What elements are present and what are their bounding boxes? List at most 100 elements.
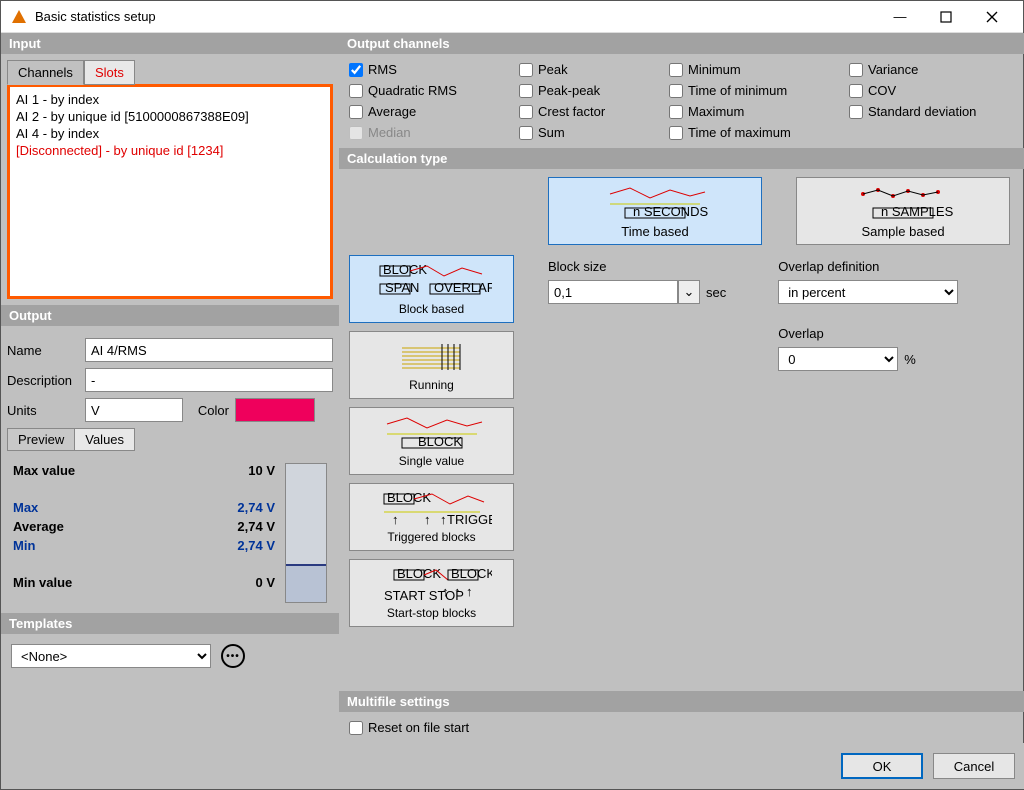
svg-text:SPAN: SPAN bbox=[385, 280, 419, 295]
chk-standard-deviation[interactable]: Standard deviation bbox=[849, 104, 1019, 119]
name-input[interactable] bbox=[85, 338, 333, 362]
maxvalue: 10 V bbox=[248, 463, 275, 478]
chk-maximum[interactable]: Maximum bbox=[669, 104, 839, 119]
list-item[interactable]: AI 1 - by index bbox=[16, 91, 324, 108]
chk-minimum[interactable]: Minimum bbox=[669, 62, 839, 77]
calc-start-stop[interactable]: BLOCKBLOCKSTART STOP↑↑↑ Start-stop block… bbox=[349, 559, 514, 627]
checkbox[interactable] bbox=[849, 84, 863, 98]
multifile-header: Multifile settings bbox=[339, 691, 1024, 712]
color-label: Color bbox=[189, 403, 229, 418]
dialog-footer: OK Cancel bbox=[339, 743, 1024, 789]
checkbox[interactable] bbox=[519, 63, 533, 77]
svg-text:↑: ↑ bbox=[442, 584, 449, 599]
reset-on-file-start[interactable]: Reset on file start bbox=[349, 720, 1019, 735]
gauge-fill bbox=[286, 564, 326, 602]
svg-text:↑: ↑ bbox=[424, 512, 431, 527]
checkbox[interactable] bbox=[669, 84, 683, 98]
checkbox[interactable] bbox=[849, 63, 863, 77]
svg-text:START STOP: START STOP bbox=[384, 588, 464, 603]
preview-stats: Max value10 V Max2,74 V Average2,74 V Mi… bbox=[13, 461, 275, 603]
toggle-preview[interactable]: Preview bbox=[8, 429, 75, 450]
input-tabs: Channels Slots bbox=[7, 60, 333, 85]
output-channels-body: RMS Peak Minimum Variance Quadratic RMS Peak-… bbox=[339, 54, 1024, 148]
checkbox[interactable] bbox=[519, 84, 533, 98]
blocksize-label: Block size bbox=[548, 259, 726, 274]
output-body: Name Description Units Color Preview Val… bbox=[1, 326, 339, 613]
chk-crest-factor[interactable]: Crest factor bbox=[519, 104, 659, 119]
checkbox[interactable] bbox=[519, 105, 533, 119]
templates-more-button[interactable]: ••• bbox=[221, 644, 245, 668]
chk-rms[interactable]: RMS bbox=[349, 62, 509, 77]
maximize-button[interactable] bbox=[923, 2, 969, 32]
chk-peak[interactable]: Peak bbox=[519, 62, 659, 77]
chk-average[interactable]: Average bbox=[349, 104, 509, 119]
chk-cov[interactable]: COV bbox=[849, 83, 1019, 98]
calc-right: n SECONDS Time based n SAMPLES Sample ba… bbox=[548, 177, 1019, 627]
svg-text:↑: ↑ bbox=[392, 512, 399, 527]
calc-settings: Block size ⌄ sec Overlap definition in p… bbox=[548, 259, 1019, 371]
list-item[interactable]: AI 4 - by index bbox=[16, 125, 324, 142]
calc-block-based[interactable]: BLOCKSPANOVERLAP Block based bbox=[349, 255, 514, 323]
desc-label: Description bbox=[7, 373, 79, 388]
blocksize-dropdown[interactable]: ⌄ bbox=[678, 280, 700, 304]
checkbox[interactable] bbox=[349, 63, 363, 77]
chk-time-of-minimum[interactable]: Time of minimum bbox=[669, 83, 839, 98]
chk-quadratic-rms[interactable]: Quadratic RMS bbox=[349, 83, 509, 98]
calc-running[interactable]: Running bbox=[349, 331, 514, 399]
avg: 2,74 V bbox=[237, 519, 275, 534]
list-item[interactable]: AI 2 - by unique id [5100000867388E09] bbox=[16, 108, 324, 125]
checkbox[interactable] bbox=[669, 126, 683, 140]
checkbox[interactable] bbox=[669, 105, 683, 119]
svg-text:BLOCK: BLOCK bbox=[418, 434, 462, 449]
calc-triggered[interactable]: BLOCK↑↑↑TRIGGERS Triggered blocks bbox=[349, 483, 514, 551]
svg-text:↑: ↑ bbox=[440, 512, 447, 527]
name-label: Name bbox=[7, 343, 79, 358]
calc-time-based[interactable]: n SECONDS Time based bbox=[548, 177, 762, 245]
reset-checkbox[interactable] bbox=[349, 721, 363, 735]
overlap-label: Overlap bbox=[778, 326, 958, 341]
checkbox[interactable] bbox=[669, 63, 683, 77]
channel-list[interactable]: AI 1 - by index AI 2 - by unique id [510… bbox=[7, 84, 333, 299]
checkbox[interactable] bbox=[349, 84, 363, 98]
calc-single-value[interactable]: BLOCK Single value bbox=[349, 407, 514, 475]
calc-sample-based[interactable]: n SAMPLES Sample based bbox=[796, 177, 1010, 245]
preview-panel: Max value10 V Max2,74 V Average2,74 V Mi… bbox=[7, 451, 333, 607]
list-item-disconnected[interactable]: [Disconnected] - by unique id [1234] bbox=[16, 142, 324, 159]
toggle-values[interactable]: Values bbox=[75, 429, 134, 450]
multifile-body: Reset on file start bbox=[339, 712, 1024, 743]
svg-text:↑: ↑ bbox=[466, 584, 473, 599]
close-button[interactable] bbox=[969, 2, 1015, 32]
tab-channels[interactable]: Channels bbox=[7, 60, 84, 85]
checkbox[interactable] bbox=[849, 105, 863, 119]
window-controls: — bbox=[877, 2, 1015, 32]
units-label: Units bbox=[7, 403, 79, 418]
checkbox[interactable] bbox=[349, 105, 363, 119]
chk-variance[interactable]: Variance bbox=[849, 62, 1019, 77]
templates-select[interactable]: <None> bbox=[11, 644, 211, 668]
min: 2,74 V bbox=[237, 538, 275, 553]
minvalue-label: Min value bbox=[13, 575, 72, 590]
units-input[interactable] bbox=[85, 398, 183, 422]
overlapdef-select[interactable]: in percent bbox=[778, 280, 958, 304]
chk-peak-peak[interactable]: Peak-peak bbox=[519, 83, 659, 98]
chk-sum[interactable]: Sum bbox=[519, 125, 659, 140]
blocksize-input[interactable] bbox=[548, 280, 678, 304]
svg-text:BLOCK: BLOCK bbox=[451, 566, 492, 581]
cancel-button[interactable]: Cancel bbox=[933, 753, 1015, 779]
checkbox[interactable] bbox=[519, 126, 533, 140]
ok-button[interactable]: OK bbox=[841, 753, 923, 779]
color-swatch[interactable] bbox=[235, 398, 315, 422]
overlap-select[interactable]: 0 bbox=[778, 347, 898, 371]
tab-slots[interactable]: Slots bbox=[84, 60, 135, 85]
svg-text:BLOCK: BLOCK bbox=[387, 490, 431, 505]
svg-text:BLOCK: BLOCK bbox=[383, 262, 427, 277]
maxvalue-label: Max value bbox=[13, 463, 75, 478]
left-column: Input Channels Slots AI 1 - by index AI … bbox=[1, 33, 339, 789]
app-icon bbox=[11, 9, 27, 25]
chk-time-of-maximum[interactable]: Time of maximum bbox=[669, 125, 839, 140]
desc-input[interactable] bbox=[85, 368, 333, 392]
minimize-button[interactable]: — bbox=[877, 2, 923, 32]
checkbox bbox=[349, 126, 363, 140]
calc-left: BLOCKSPANOVERLAP Block based Running BLO… bbox=[349, 177, 514, 627]
svg-text:OVERLAP: OVERLAP bbox=[434, 280, 492, 295]
